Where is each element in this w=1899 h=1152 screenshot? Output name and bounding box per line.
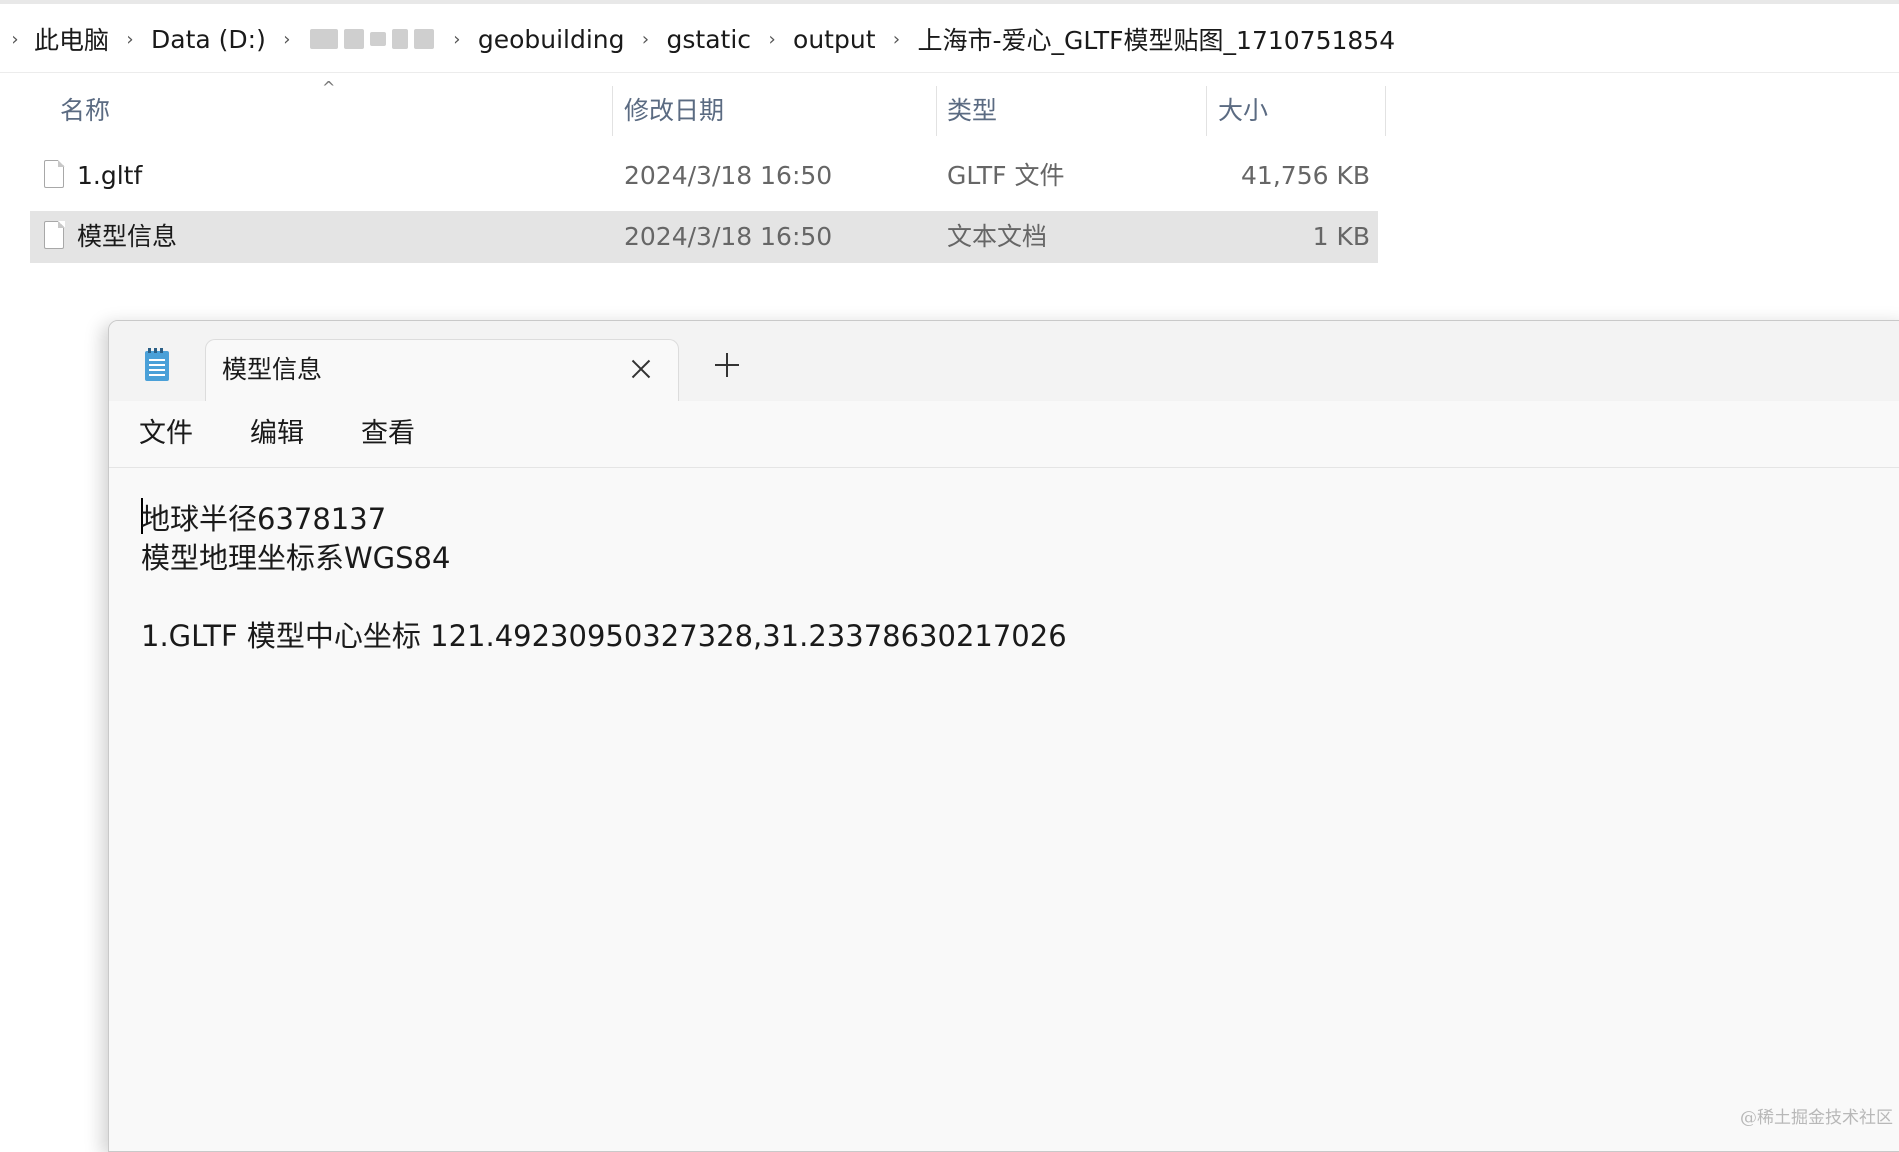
- column-divider[interactable]: [1206, 86, 1207, 136]
- file-size: 41,756 KB: [1241, 161, 1370, 190]
- file-row-selected[interactable]: 模型信息 2024/3/18 16:50 文本文档 1 KB: [30, 211, 1378, 263]
- menu-edit[interactable]: 编辑: [250, 401, 304, 467]
- breadcrumb-item-redacted[interactable]: [304, 29, 440, 49]
- breadcrumb-item-geobuilding[interactable]: geobuilding: [474, 25, 629, 54]
- tab-title: 模型信息: [222, 355, 323, 384]
- notepad-icon: [145, 348, 169, 381]
- redaction-block: [391, 29, 408, 49]
- notepad-window: 模型信息 文件 编辑 查看 地球半径6378137 模型地理坐标系WGS84 1…: [108, 320, 1899, 1152]
- column-header-name[interactable]: 名称: [60, 86, 110, 136]
- chevron-right-icon[interactable]: ›: [755, 29, 789, 50]
- breadcrumb: › 此电脑 › Data (D:) › › geobuilding › gsta…: [0, 8, 1899, 70]
- column-divider[interactable]: [612, 86, 613, 136]
- chevron-right-icon[interactable]: ›: [270, 29, 304, 50]
- breadcrumb-item-gstatic[interactable]: gstatic: [663, 25, 756, 54]
- menu-view[interactable]: 查看: [361, 401, 415, 467]
- menu-bar: 文件 编辑 查看: [109, 401, 1899, 468]
- chevron-right-icon[interactable]: ›: [440, 29, 474, 50]
- file-type: GLTF 文件: [947, 161, 1065, 190]
- redaction-block: [309, 29, 338, 49]
- column-divider[interactable]: [1385, 86, 1386, 136]
- chevron-right-icon[interactable]: ›: [629, 29, 663, 50]
- column-header-type[interactable]: 类型: [947, 86, 997, 136]
- file-name: 1.gltf: [77, 161, 143, 190]
- breadcrumb-item-drive[interactable]: Data (D:): [147, 25, 270, 54]
- breadcrumb-item-this-pc[interactable]: 此电脑: [30, 21, 113, 57]
- file-modified: 2024/3/18 16:50: [624, 161, 833, 190]
- file-type: 文本文档: [947, 222, 1048, 251]
- chevron-right-icon[interactable]: ›: [0, 29, 30, 50]
- column-header-row: 名称 ^ 修改日期 类型 大小: [30, 78, 1386, 136]
- sort-ascending-icon[interactable]: ^: [322, 78, 335, 97]
- chevron-right-icon[interactable]: ›: [113, 29, 147, 50]
- title-bar[interactable]: 模型信息: [109, 321, 1899, 401]
- redaction-block: [369, 32, 386, 46]
- column-header-size[interactable]: 大小: [1218, 86, 1268, 136]
- close-icon[interactable]: [630, 358, 652, 380]
- window-top-border: [0, 0, 1899, 4]
- text-editor[interactable]: 地球半径6378137 模型地理坐标系WGS84 1.GLTF 模型中心坐标 1…: [109, 468, 1899, 1151]
- divider: [0, 72, 1899, 73]
- editor-line: 地球半径6378137: [141, 502, 387, 536]
- file-modified: 2024/3/18 16:50: [624, 222, 833, 251]
- redaction-block: [343, 29, 364, 49]
- file-icon: [44, 159, 65, 188]
- tab-document[interactable]: 模型信息: [205, 339, 679, 401]
- file-size: 1 KB: [1312, 222, 1370, 251]
- file-name: 模型信息: [77, 222, 178, 251]
- column-divider[interactable]: [936, 86, 937, 136]
- file-row[interactable]: 1.gltf 2024/3/18 16:50 GLTF 文件 41,756 KB: [30, 150, 1378, 202]
- chevron-right-icon[interactable]: ›: [880, 29, 914, 50]
- plus-icon[interactable]: [713, 351, 741, 379]
- breadcrumb-item-current-folder[interactable]: 上海市-爱心_GLTF模型贴图_1710751854: [914, 21, 1400, 57]
- watermark: @稀土掘金技术社区: [1740, 1108, 1893, 1128]
- menu-file[interactable]: 文件: [139, 401, 193, 467]
- redaction-block: [413, 29, 434, 49]
- text-file-icon: [44, 220, 65, 249]
- editor-line: 1.GLTF 模型中心坐标 121.49230950327328,31.2337…: [141, 619, 1067, 653]
- column-header-modified[interactable]: 修改日期: [624, 86, 724, 136]
- breadcrumb-item-output[interactable]: output: [789, 25, 879, 54]
- editor-line: 模型地理坐标系WGS84: [141, 541, 451, 575]
